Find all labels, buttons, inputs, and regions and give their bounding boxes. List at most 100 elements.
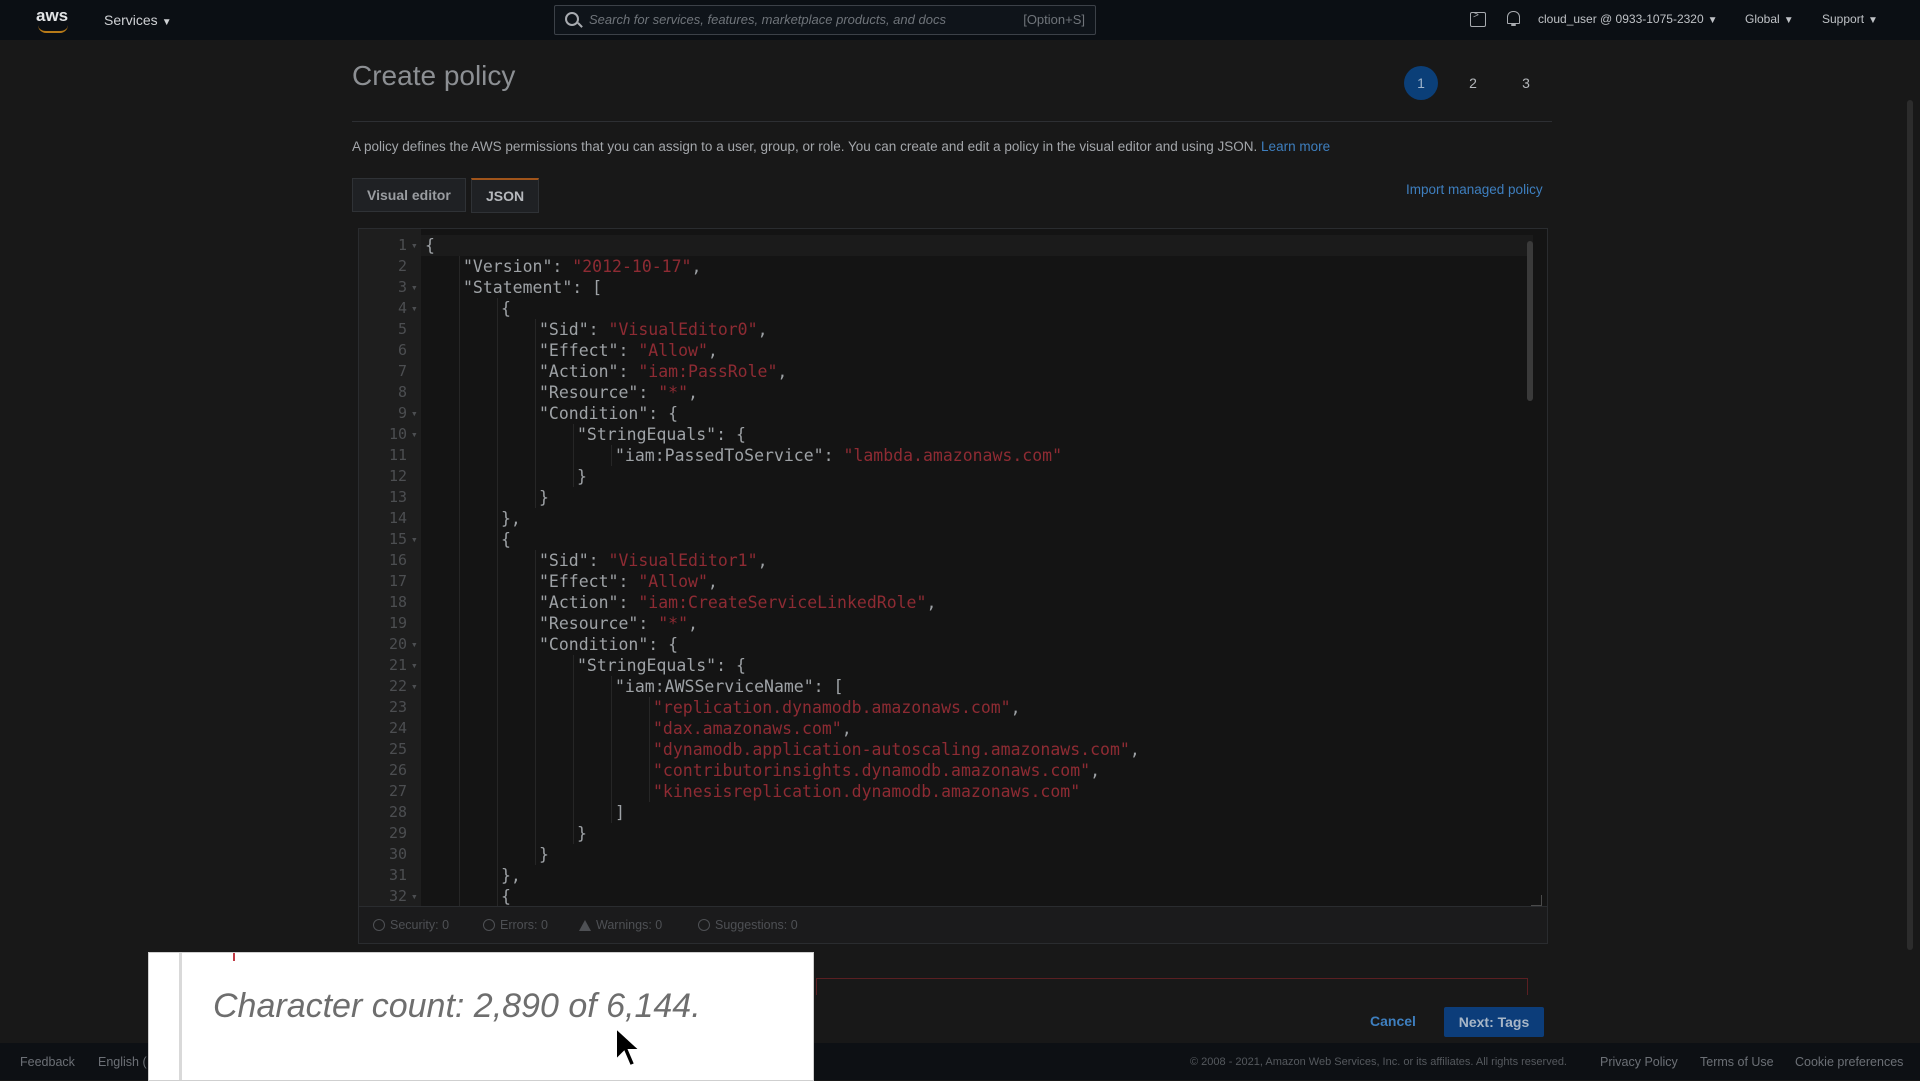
code-line[interactable]: 25 "dynamodb.application-autoscaling.amaz… [359, 739, 1519, 760]
support-menu[interactable]: Support ▼ [1822, 12, 1878, 26]
warnings-count[interactable]: Warnings: 0 [579, 918, 662, 932]
punctuation-token: , [926, 593, 937, 612]
page-scrollbar[interactable] [1907, 100, 1913, 950]
code-line[interactable]: 16 "Sid": "VisualEditor1", [359, 550, 1519, 571]
code-line[interactable]: 19 "Resource": "*", [359, 613, 1519, 634]
code-line[interactable]: 2 "Version": "2012-10-17", [359, 256, 1519, 277]
import-managed-policy-link[interactable]: Import managed policy [1406, 182, 1543, 197]
punctuation-token: } [577, 467, 587, 486]
indent-guide [535, 781, 536, 802]
fold-arrow-icon[interactable]: ▾ [411, 403, 418, 424]
indent-guide [497, 487, 498, 508]
services-menu-button[interactable]: Services ▼ [104, 12, 172, 28]
fold-arrow-icon[interactable]: ▾ [411, 529, 418, 550]
punctuation-token: "Resource": [539, 383, 659, 402]
fold-arrow-icon[interactable]: ▾ [411, 424, 418, 445]
indent-guide [649, 781, 650, 802]
indent-guide [497, 697, 498, 718]
cookie-preferences-link[interactable]: Cookie preferences [1795, 1055, 1903, 1069]
security-count[interactable]: Security: 0 [373, 918, 449, 932]
fold-arrow-icon[interactable]: ▾ [411, 676, 418, 697]
feedback-link[interactable]: Feedback [20, 1055, 75, 1069]
indent-guide [535, 571, 536, 592]
code-text: "Effect": "Allow", [539, 571, 718, 592]
code-line[interactable]: 28] [359, 802, 1519, 823]
indent-guide [497, 760, 498, 781]
next-tags-button[interactable]: Next: Tags [1444, 1007, 1544, 1037]
code-line[interactable]: 9 ▾ "Condition": { [359, 403, 1519, 424]
aws-logo[interactable]: aws [36, 6, 72, 33]
tab-visual-editor[interactable]: Visual editor [352, 178, 466, 212]
indent-guide [459, 802, 460, 823]
code-line[interactable]: 31}, [359, 865, 1519, 886]
region-menu[interactable]: Global ▼ [1745, 12, 1794, 26]
indent-guide [497, 550, 498, 571]
indent-guide [611, 781, 612, 802]
code-line[interactable]: 8 "Resource": "*", [359, 382, 1519, 403]
fold-arrow-icon[interactable]: ▾ [411, 886, 418, 907]
fold-arrow-icon[interactable]: ▾ [411, 277, 418, 298]
cancel-button[interactable]: Cancel [1370, 1013, 1416, 1029]
editor-scrollbar[interactable] [1527, 241, 1533, 401]
code-line[interactable]: 15 ▾ { [359, 529, 1519, 550]
tab-json[interactable]: JSON [471, 178, 540, 213]
search-input[interactable]: Search for services, features, marketpla… [589, 12, 946, 27]
indent-guide [535, 466, 536, 487]
fold-arrow-icon[interactable]: ▾ [411, 235, 418, 256]
code-line[interactable]: 5 "Sid": "VisualEditor0", [359, 319, 1519, 340]
code-line[interactable]: 21 ▾ "StringEquals": { [359, 655, 1519, 676]
string-token: "dynamodb.application-autoscaling.amazon… [653, 740, 1130, 759]
indent-guide [459, 403, 460, 424]
top-navigation: aws Services ▼ Search for services, featu… [0, 0, 1920, 40]
code-line[interactable]: 30} [359, 844, 1519, 865]
learn-more-link[interactable]: Learn more [1261, 139, 1330, 154]
notifications-bell-icon[interactable] [1507, 11, 1520, 26]
suggestions-count[interactable]: Suggestions: 0 [698, 918, 798, 932]
policy-description: A policy defines the AWS permissions tha… [352, 139, 1331, 154]
code-line[interactable]: 22 ▾ "iam:AWSServiceName": [ [359, 676, 1519, 697]
indent-guide [459, 613, 460, 634]
code-line[interactable]: 10 ▾ "StringEquals": { [359, 424, 1519, 445]
indent-guide [459, 487, 460, 508]
code-line[interactable]: 24 "dax.amazonaws.com", [359, 718, 1519, 739]
indent-guide [573, 823, 574, 844]
code-line[interactable]: 23 "replication.dynamodb.amazonaws.com", [359, 697, 1519, 718]
line-number: 23 [388, 698, 407, 716]
code-line[interactable]: 12} [359, 466, 1519, 487]
code-line[interactable]: 11 "iam:PassedToService": "lambda.amazona… [359, 445, 1519, 466]
code-line[interactable]: 32 ▾ { [359, 886, 1519, 907]
errors-count[interactable]: Errors: 0 [483, 918, 548, 932]
privacy-policy-link[interactable]: Privacy Policy [1600, 1055, 1678, 1069]
step-2-indicator: 2 [1469, 75, 1477, 91]
cloudshell-icon[interactable] [1470, 10, 1486, 27]
language-selector[interactable]: English ( [98, 1055, 147, 1069]
code-line[interactable]: 18 "Action": "iam:CreateServiceLinkedRole… [359, 592, 1519, 613]
code-line[interactable]: 29} [359, 823, 1519, 844]
string-token: "iam:PassRole" [638, 362, 778, 381]
code-line[interactable]: 27 "kinesisreplication.dynamodb.amazonaws… [359, 781, 1519, 802]
indent-guide [459, 508, 460, 529]
code-line[interactable]: 26 "contributorinsights.dynamodb.amazonaw… [359, 760, 1519, 781]
code-line[interactable]: 3 ▾ "Statement": [ [359, 277, 1519, 298]
code-line[interactable]: 4 ▾ { [359, 298, 1519, 319]
code-line[interactable]: 14}, [359, 508, 1519, 529]
code-line[interactable]: 1 ▾ { [359, 235, 1519, 256]
code-line[interactable]: 13} [359, 487, 1519, 508]
code-line[interactable]: 20 ▾ "Condition": { [359, 634, 1519, 655]
fold-arrow-icon[interactable]: ▾ [411, 655, 418, 676]
error-icon [483, 919, 495, 931]
resize-handle-icon[interactable] [1531, 895, 1542, 906]
code-line[interactable]: 17 "Effect": "Allow", [359, 571, 1519, 592]
code-text: "Version": "2012-10-17", [463, 256, 701, 277]
code-line[interactable]: 6 "Effect": "Allow", [359, 340, 1519, 361]
fold-arrow-icon[interactable]: ▾ [411, 634, 418, 655]
fold-arrow-icon[interactable]: ▾ [411, 298, 418, 319]
code-line[interactable]: 7 "Action": "iam:PassRole", [359, 361, 1519, 382]
json-code-editor[interactable]: 1 ▾{2 "Version": "2012-10-17", 3 ▾ "Statement… [358, 228, 1548, 908]
terms-of-use-link[interactable]: Terms of Use [1700, 1055, 1774, 1069]
line-number: 14 [388, 509, 407, 527]
punctuation-token: , [841, 719, 852, 738]
search-bar[interactable]: Search for services, features, marketpla… [554, 5, 1096, 35]
account-menu[interactable]: cloud_user @ 0933-1075-2320 ▼ [1538, 12, 1718, 26]
punctuation-token: , [1010, 698, 1021, 717]
